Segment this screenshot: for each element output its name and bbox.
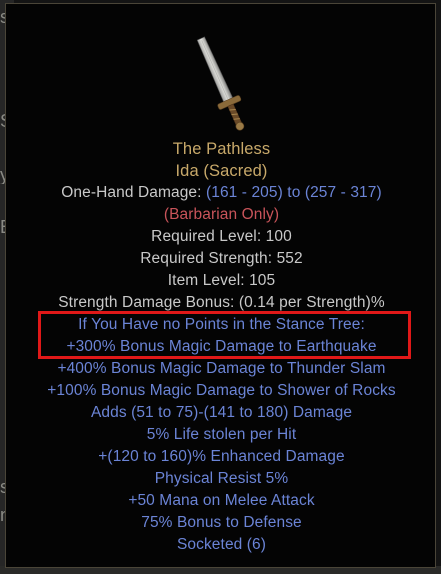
item-name: The Pathless bbox=[172, 140, 271, 158]
item-base-type: Ida (Sacred) bbox=[175, 162, 268, 180]
mod-earthquake-bonus: +300% Bonus Magic Damage to Earthquake bbox=[66, 338, 377, 355]
mod-enhanced-damage: +(120 to 160)% Enhanced Damage bbox=[98, 448, 345, 465]
mod-life-steal: 5% Life stolen per Hit bbox=[146, 426, 297, 443]
strength-damage-bonus: Strength Damage Bonus: (0.14 per Strengt… bbox=[58, 294, 385, 311]
screen: s S y E s n bbox=[0, 0, 441, 574]
mod-sockets: Socketed (6) bbox=[176, 536, 267, 553]
mod-mana-on-attack: +50 Mana on Melee Attack bbox=[128, 492, 315, 509]
item-tooltip: The Pathless Ida (Sacred) One-Hand Damag… bbox=[5, 3, 436, 568]
mod-defense-bonus: 75% Bonus to Defense bbox=[141, 514, 302, 531]
damage-line: One-Hand Damage: (161 - 205) to (257 - 3… bbox=[6, 182, 437, 204]
item-stats-list: The Pathless Ida (Sacred) One-Hand Damag… bbox=[6, 138, 437, 556]
damage-label: One-Hand Damage: bbox=[61, 184, 206, 201]
class-restriction: (Barbarian Only) bbox=[163, 206, 280, 223]
item-level: Item Level: 105 bbox=[167, 272, 276, 289]
required-level: Required Level: 100 bbox=[151, 228, 292, 245]
required-strength: Required Strength: 552 bbox=[140, 250, 303, 267]
mod-thunder-slam-bonus: +400% Bonus Magic Damage to Thunder Slam bbox=[57, 360, 386, 377]
sword-icon bbox=[196, 36, 245, 131]
mod-shower-of-rocks-bonus: +100% Bonus Magic Damage to Shower of Ro… bbox=[47, 382, 396, 399]
mod-physical-resist: Physical Resist 5% bbox=[154, 470, 289, 487]
mod-stance-condition: If You Have no Points in the Stance Tree… bbox=[78, 316, 365, 333]
damage-value: (161 - 205) to (257 - 317) bbox=[205, 184, 382, 201]
mod-adds-damage: Adds (51 to 75)-(141 to 180) Damage bbox=[90, 404, 353, 421]
